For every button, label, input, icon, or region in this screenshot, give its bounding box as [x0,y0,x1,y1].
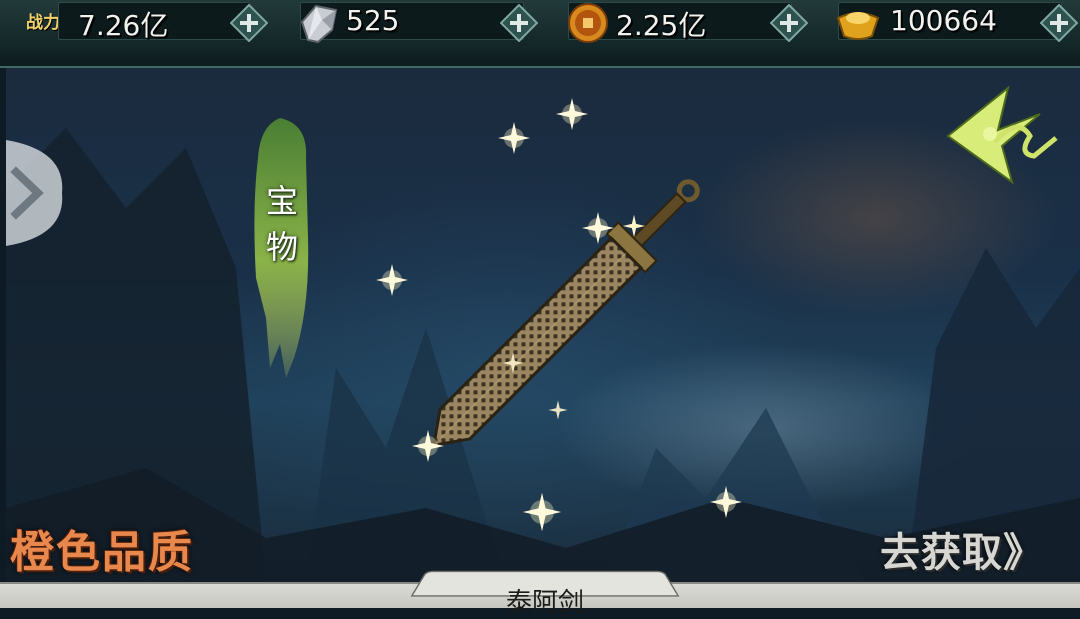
category-label: 宝物 [265,182,298,266]
add-coin-plus-icon[interactable] [770,4,808,42]
ingot-icon [836,12,880,40]
ingot-value: 100664 [890,4,997,37]
sparkle-icon [522,492,562,532]
gem-icon [300,4,338,44]
resource-bar: 战力 7.26亿 525 2.25亿 100664 [0,0,1080,68]
faction-emblem-icon[interactable] [944,84,1062,186]
add-gem-plus-icon[interactable] [500,4,538,42]
sword-item-image [431,179,700,448]
item-name: 泰阿剑 [505,588,584,618]
sparkle-icon [548,400,568,420]
gem-value: 525 [346,4,400,37]
sparkle-icon [498,122,530,154]
add-ingot-plus-icon[interactable] [1040,4,1078,42]
power-value: 7.26亿 [78,9,169,42]
treasure-scene: 宝物 橙色品质 去获取》 [6,68,1080,582]
coin-icon [568,3,608,43]
coin-value: 2.25亿 [616,9,707,42]
sparkle-icon [582,212,614,244]
sparkle-icon [502,352,524,374]
previous-item-arrow-icon[interactable] [6,140,66,246]
go-obtain-button[interactable]: 去获取》 [880,520,1044,578]
power-label: 战力 [26,13,60,33]
sparkle-icon [710,486,742,518]
add-power-plus-icon[interactable] [230,4,268,42]
sparkle-icon [622,214,646,238]
item-quality-label: 橙色品质 [10,527,194,578]
sparkle-icon [556,98,588,130]
sparkle-icon [376,264,408,296]
sparkle-icon [412,430,444,462]
